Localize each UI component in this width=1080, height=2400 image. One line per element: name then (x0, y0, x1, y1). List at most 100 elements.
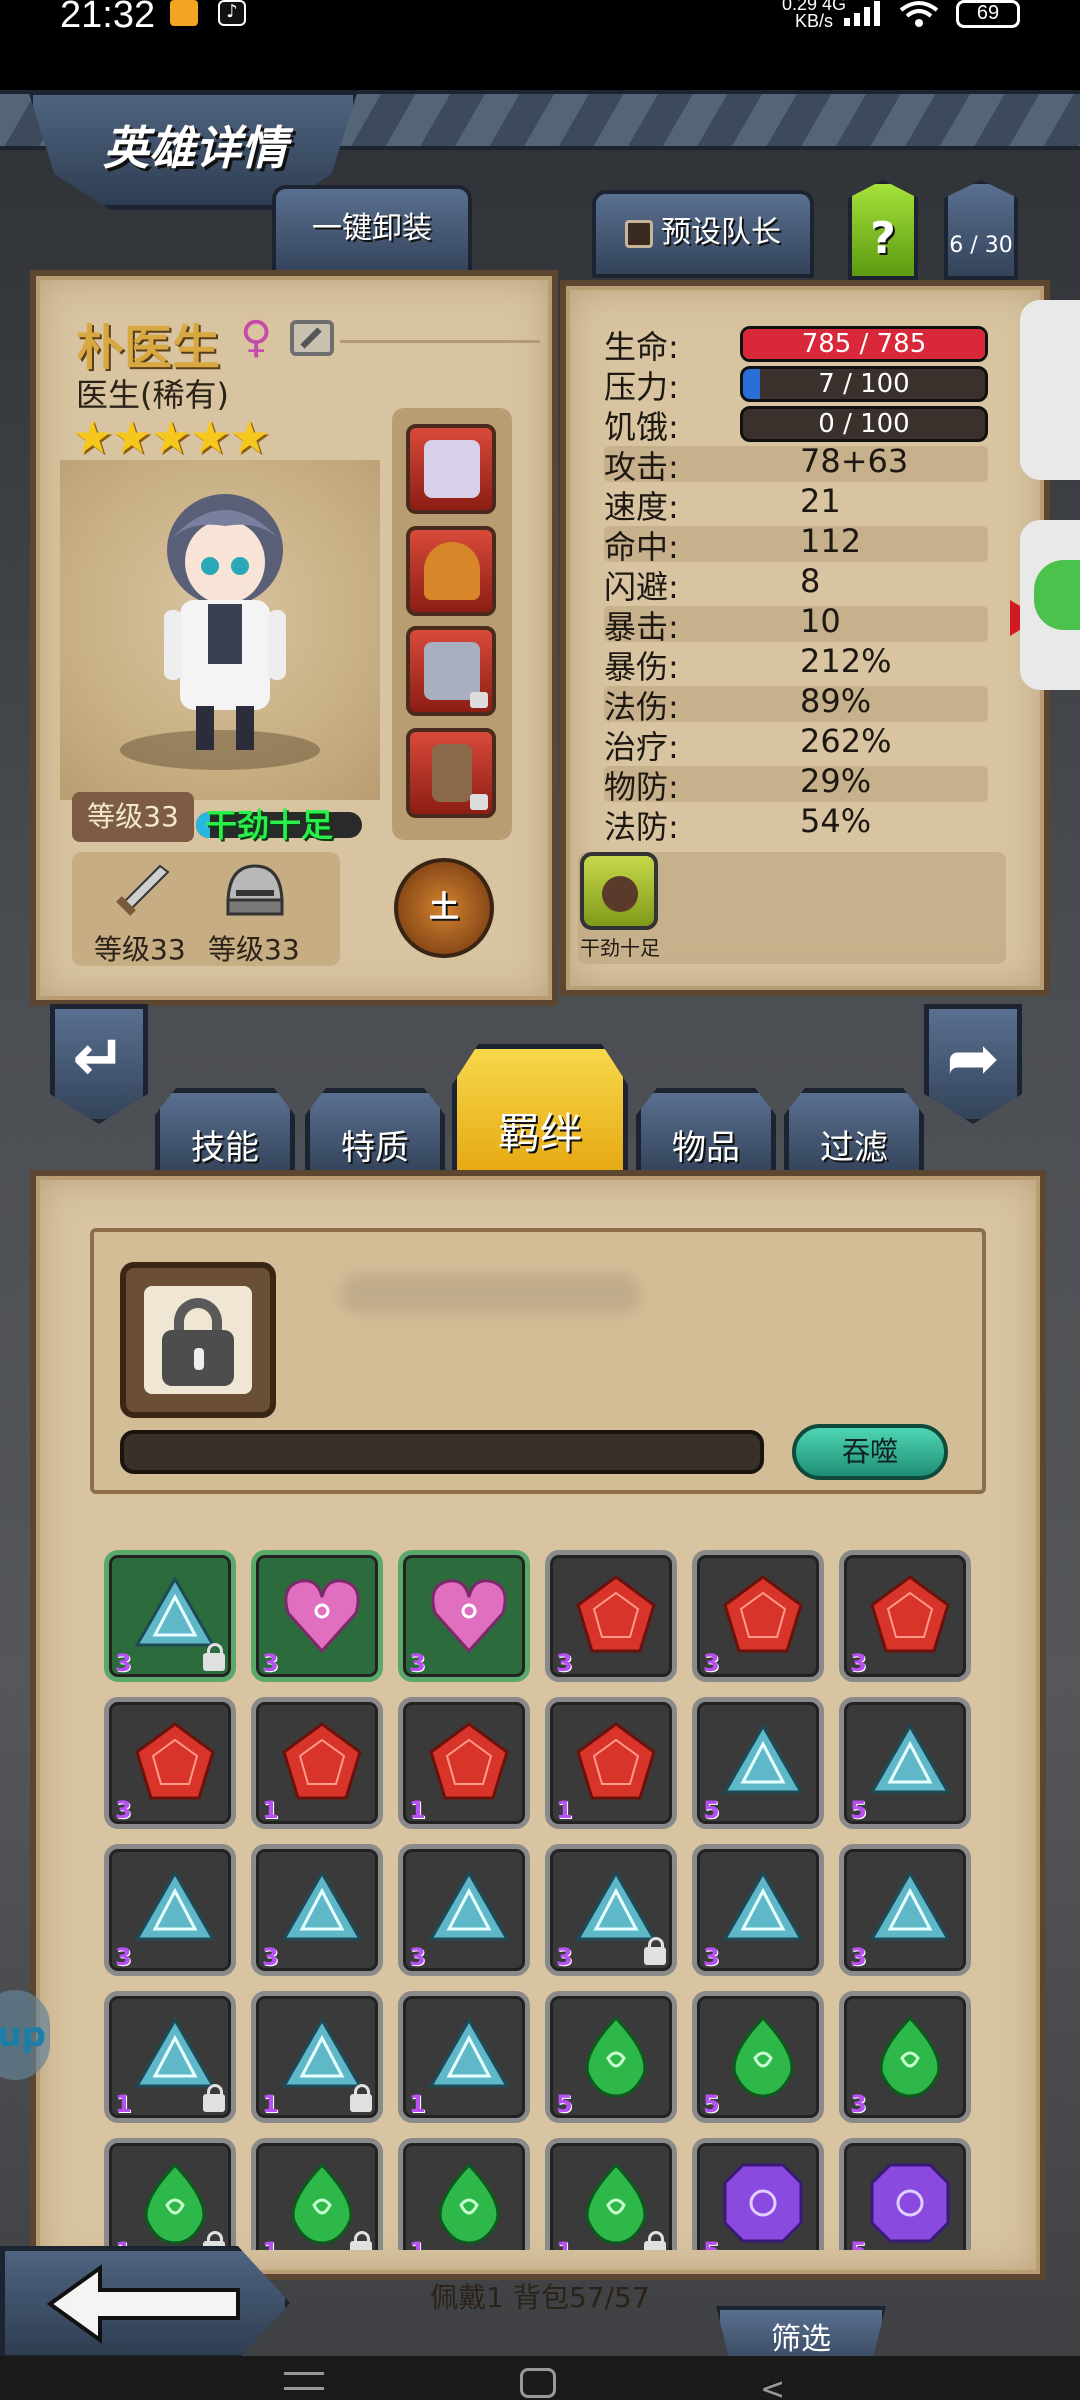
armor-level: 等级33 (208, 933, 300, 966)
gem-slot[interactable]: 3 (104, 1844, 236, 1976)
gem-count: 1 (409, 1796, 426, 1824)
teal-gem-icon (722, 1722, 804, 1794)
stress-bar: 7 / 100 (740, 366, 988, 402)
home-button[interactable] (520, 2368, 556, 2398)
gem-slot[interactable]: 3 (839, 1550, 971, 1682)
helmet-icon[interactable] (222, 860, 288, 922)
equip-slot-hammer[interactable] (406, 728, 496, 818)
recents-button[interactable] (284, 2372, 324, 2390)
help-button[interactable]: ? (848, 180, 918, 280)
next-hero-button[interactable]: ➦ (924, 1004, 1022, 1124)
bond-exp-bar (120, 1430, 764, 1474)
back-arrow-icon (46, 2264, 240, 2344)
tab-bonds[interactable]: 羁绊 (452, 1044, 628, 1180)
divider (340, 340, 540, 343)
tab-filter[interactable]: 过滤 (784, 1088, 924, 1178)
teal-gem-icon (428, 1869, 510, 1941)
stat-value: 89% (800, 682, 872, 720)
preset-leader-checkbox[interactable] (625, 219, 653, 248)
equip-slot-hood[interactable] (406, 526, 496, 616)
system-back-button[interactable]: < (760, 2372, 785, 2400)
tab-skills[interactable]: 技能 (155, 1088, 295, 1178)
stat-value: 8 (800, 562, 821, 600)
hero-portrait[interactable] (140, 480, 310, 760)
gem-count: 1 (409, 2237, 426, 2250)
gem-slot[interactable]: 5 (692, 2138, 824, 2250)
gem-slot[interactable]: 1 (251, 2138, 383, 2250)
gem-count: 3 (409, 1943, 426, 1971)
gem-slot[interactable]: 1 (104, 1991, 236, 2123)
teal-gem-icon (722, 1869, 804, 1941)
gem-slot[interactable]: 1 (398, 2138, 530, 2250)
element-earth-badge[interactable]: 土 (394, 858, 494, 958)
gem-slot[interactable]: 5 (545, 1991, 677, 2123)
gem-count: 5 (850, 2237, 867, 2250)
tiktok-icon: ♪ (218, 0, 246, 26)
hammer-icon (432, 744, 472, 802)
lock-icon (470, 794, 488, 810)
padlock-icon (144, 1286, 252, 1394)
stat-row: 法伤: 89% (604, 682, 988, 726)
equip-slot-medkit[interactable] (406, 424, 496, 514)
signal-icon (844, 1, 880, 26)
team-count-tab[interactable]: 6 / 30 (944, 180, 1018, 280)
side-pill-button[interactable]: up (0, 1990, 50, 2080)
bond-name-placeholder (340, 1274, 640, 1314)
equip-slot-crown[interactable] (406, 626, 496, 716)
locked-bond-slot[interactable] (120, 1262, 276, 1418)
preset-leader-label: 预设队长 (661, 215, 781, 250)
gem-count: 3 (262, 1943, 279, 1971)
lock-icon (203, 2084, 225, 2112)
unequip-all-button[interactable]: 一键卸装 (272, 185, 472, 277)
gem-slot[interactable]: 1 (398, 1991, 530, 2123)
side-floating-bubble[interactable] (1020, 300, 1080, 480)
previous-hero-button[interactable]: ↵ (50, 1004, 148, 1124)
gem-slot[interactable]: 5 (839, 2138, 971, 2250)
gem-slot[interactable]: 3 (251, 1550, 383, 1682)
stat-label: 法防: (604, 808, 679, 846)
gem-count: 3 (703, 1649, 720, 1677)
gem-slot[interactable]: 5 (692, 1991, 824, 2123)
red-gem-icon (723, 1575, 803, 1653)
notification-app-icon (170, 0, 198, 26)
sword-icon[interactable] (110, 862, 170, 922)
gem-slot[interactable]: 1 (251, 1991, 383, 2123)
tab-items[interactable]: 物品 (636, 1088, 776, 1178)
trait-icon[interactable] (580, 852, 658, 930)
side-chat-bubble[interactable] (1020, 520, 1080, 690)
gem-slot[interactable]: 1 (251, 1697, 383, 1829)
gem-slot[interactable]: 3 (398, 1844, 530, 1976)
stat-row: 物防: 29% (604, 762, 988, 806)
hero-star-rating: ★★★★★ (72, 410, 270, 464)
hunger-value: 0 / 100 (818, 409, 910, 439)
status-bar: 21:32 ♪ 0.29 4G KB/s 69 (0, 0, 1080, 90)
devour-button[interactable]: 吞噬 (792, 1424, 948, 1480)
gem-slot[interactable]: 5 (839, 1697, 971, 1829)
gem-slot[interactable]: 3 (104, 1697, 236, 1829)
gem-count: 5 (703, 1796, 720, 1824)
gem-slot[interactable]: 3 (839, 1991, 971, 2123)
gem-slot[interactable]: 1 (104, 2138, 236, 2250)
gem-slot[interactable]: 3 (692, 1550, 824, 1682)
gem-slot[interactable]: 3 (104, 1550, 236, 1682)
gem-slot[interactable]: 1 (545, 1697, 677, 1829)
gem-slot[interactable]: 1 (398, 1697, 530, 1829)
gem-slot[interactable]: 3 (545, 1550, 677, 1682)
teal-gem-icon (575, 1869, 657, 1941)
gem-count: 3 (115, 1649, 132, 1677)
teal-gem-icon (869, 1722, 951, 1794)
tab-traits[interactable]: 特质 (305, 1088, 445, 1178)
red-gem-icon (576, 1722, 656, 1800)
gem-count: 3 (115, 1796, 132, 1824)
gem-slot[interactable]: 3 (251, 1844, 383, 1976)
gem-slot[interactable]: 1 (545, 2138, 677, 2250)
gem-slot[interactable]: 5 (692, 1697, 824, 1829)
stat-value: 29% (800, 762, 872, 800)
gem-slot[interactable]: 3 (692, 1844, 824, 1976)
rename-edit-icon[interactable] (290, 320, 334, 356)
preset-leader-toggle[interactable]: 预设队长 (592, 190, 814, 278)
gem-slot[interactable]: 3 (398, 1550, 530, 1682)
gem-count: 3 (850, 1649, 867, 1677)
gem-slot[interactable]: 3 (545, 1844, 677, 1976)
gem-slot[interactable]: 3 (839, 1844, 971, 1976)
